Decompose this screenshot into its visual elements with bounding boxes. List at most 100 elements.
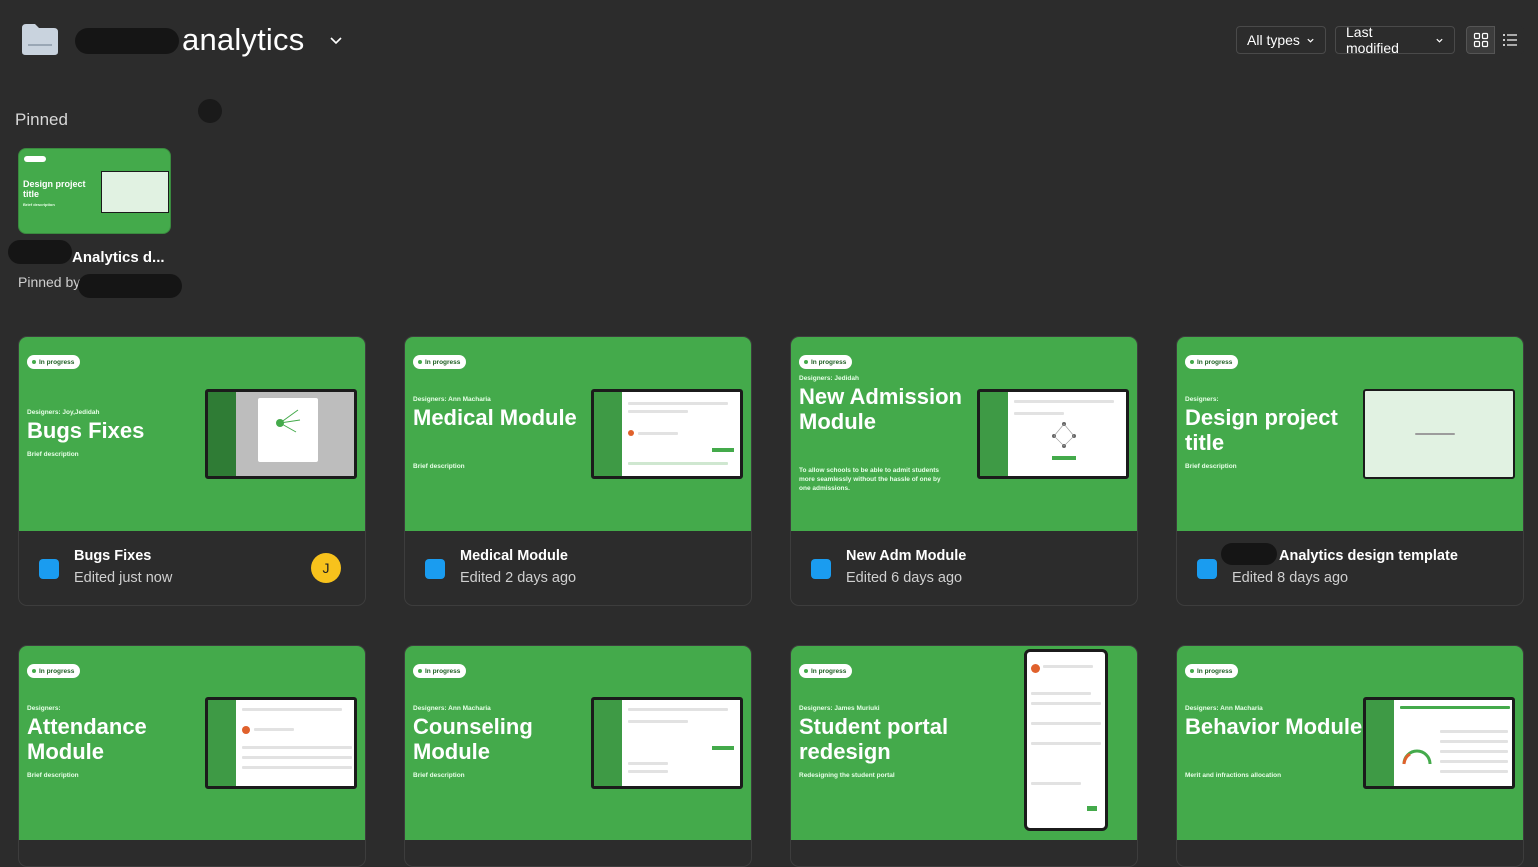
app-file-icon — [39, 559, 59, 579]
thumb-title: Medical Module — [413, 405, 577, 430]
file-card[interactable]: In progress Designers: Jedidah New Admis… — [790, 336, 1138, 606]
status-badge: In progress — [799, 355, 853, 369]
thumb-title: Attendance Module — [27, 714, 147, 764]
file-thumbnail: In progress Designers: Ann Macharia Beha… — [1177, 646, 1523, 840]
pinned-thumb-title: Design project title — [23, 179, 86, 199]
app-file-icon — [425, 559, 445, 579]
avatar[interactable]: J — [311, 553, 341, 583]
filter-type-dropdown[interactable]: All types — [1236, 26, 1326, 54]
file-card[interactable]: In progress Designers: Attendance Module… — [18, 645, 366, 867]
designer-label: Designers: Jedidah — [799, 375, 859, 382]
sort-dropdown[interactable]: Last modified — [1335, 24, 1455, 56]
preview-image — [1363, 389, 1515, 479]
folder-icon — [22, 24, 58, 55]
designer-label: Designers: — [1185, 396, 1219, 403]
thumb-desc: Brief description — [413, 772, 465, 779]
edited-time: Edited 6 days ago — [846, 570, 963, 586]
file-card[interactable]: In progress Designers: Design project ti… — [1176, 336, 1524, 606]
view-toggle — [1466, 26, 1524, 54]
preview-image — [101, 171, 169, 213]
grid-view-button[interactable] — [1466, 26, 1495, 54]
preview-image — [205, 697, 357, 789]
status-badge: In progress — [27, 664, 81, 678]
status-badge: In progress — [799, 664, 853, 678]
file-thumbnail: In progress Designers: Ann Macharia Medi… — [405, 337, 751, 531]
status-badge: In progress — [413, 664, 467, 678]
file-thumbnail: In progress Designers: Joy,Jedidah Bugs … — [19, 337, 365, 531]
edited-time: Edited 2 days ago — [460, 570, 577, 586]
chevron-down-icon — [1307, 38, 1314, 43]
thumb-desc: Brief description — [413, 463, 465, 470]
pinned-file-name[interactable]: Analytics d... — [72, 249, 165, 266]
file-card[interactable]: In progress Designers: Ann Macharia Coun… — [404, 645, 752, 867]
thumb-desc: Brief description — [1185, 463, 1237, 470]
file-card-footer: Bugs Fixes Edited just now J — [19, 531, 365, 605]
edited-time: Edited just now — [74, 570, 173, 586]
folder-title: analytics — [182, 22, 305, 57]
thumb-desc: To allow schools to be able to admit stu… — [799, 467, 941, 492]
chevron-down-icon[interactable] — [328, 32, 344, 48]
thumb-title: Counseling Module — [413, 714, 533, 764]
thumb-title: Behavior Module — [1185, 714, 1363, 739]
thumb-desc: Brief description — [27, 772, 79, 779]
file-card-footer: New Adm Module Edited 6 days ago — [791, 531, 1137, 605]
file-thumbnail: In progress Designers: Jedidah New Admis… — [791, 337, 1137, 531]
pinned-by-label: Pinned by — [18, 274, 81, 290]
designer-label: Designers: Ann Macharia — [413, 705, 491, 712]
thumb-title: Design project title — [1185, 405, 1338, 455]
thumb-title: Student portal redesign — [799, 714, 949, 764]
file-thumbnail: In progress Designers: Attendance Module… — [19, 646, 365, 840]
file-card[interactable]: In progress Designers: Joy,Jedidah Bugs … — [18, 336, 366, 606]
file-thumbnail: In progress Designers: Ann Macharia Coun… — [405, 646, 751, 840]
thumb-title: Bugs Fixes — [27, 418, 145, 443]
thumb-desc: Merit and infractions allocation — [1185, 772, 1282, 779]
list-view-button[interactable] — [1495, 26, 1524, 54]
status-badge: In progress — [1185, 664, 1239, 678]
file-thumbnail: In progress Designers: James Muriuki Stu… — [791, 646, 1137, 840]
designer-label: Designers: — [27, 705, 61, 712]
designer-label: Designers: Ann Macharia — [413, 396, 491, 403]
file-card[interactable]: In progress Designers: Ann Macharia Beha… — [1176, 645, 1524, 867]
preview-image — [591, 697, 743, 789]
preview-image — [1363, 697, 1515, 789]
redacted-text — [78, 274, 182, 298]
redacted-text — [75, 28, 179, 54]
gauge-icon — [1402, 749, 1432, 765]
app-file-icon — [1197, 559, 1217, 579]
edited-time: Edited 8 days ago — [1232, 570, 1349, 586]
preview-diagram — [1052, 422, 1076, 448]
file-thumbnail: In progress Designers: Design project ti… — [1177, 337, 1523, 531]
status-badge — [24, 156, 46, 162]
redacted-text — [1221, 543, 1277, 565]
chevron-down-icon — [1436, 38, 1443, 43]
filter-type-label: All types — [1247, 32, 1300, 48]
pinned-thumb-desc: Brief description — [23, 202, 55, 207]
file-name: New Adm Module — [846, 548, 967, 564]
status-badge: In progress — [27, 355, 81, 369]
status-badge: In progress — [1185, 355, 1239, 369]
pinned-section-label: Pinned — [15, 110, 68, 129]
pinned-file-thumbnail[interactable]: Design project title Brief description — [18, 148, 171, 234]
preview-image — [977, 389, 1129, 479]
preview-image — [205, 389, 357, 479]
file-card[interactable]: In progress Designers: Ann Macharia Medi… — [404, 336, 752, 606]
preview-image — [591, 389, 743, 479]
thumb-desc: Redesigning the student portal — [799, 772, 895, 779]
file-card-footer: Medical Module Edited 2 days ago — [405, 531, 751, 605]
thumb-desc: Brief description — [27, 451, 79, 458]
status-badge: In progress — [413, 355, 467, 369]
file-name: Bugs Fixes — [74, 548, 152, 564]
designer-label: Designers: Joy,Jedidah — [27, 409, 100, 416]
file-name: Medical Module — [460, 548, 568, 564]
redacted-text — [8, 240, 72, 264]
app-file-icon — [811, 559, 831, 579]
designer-label: Designers: Ann Macharia — [1185, 705, 1263, 712]
thumb-title: New Admission Module — [799, 384, 962, 434]
grid-icon — [1473, 32, 1488, 48]
file-card[interactable]: In progress Designers: James Muriuki Stu… — [790, 645, 1138, 867]
designer-label: Designers: James Muriuki — [799, 705, 880, 712]
sort-label: Last modified — [1346, 24, 1399, 56]
cursor-blob — [198, 99, 222, 123]
file-name: Analytics design template — [1279, 548, 1458, 564]
file-card-footer: Analytics design template Edited 8 days … — [1177, 531, 1523, 605]
